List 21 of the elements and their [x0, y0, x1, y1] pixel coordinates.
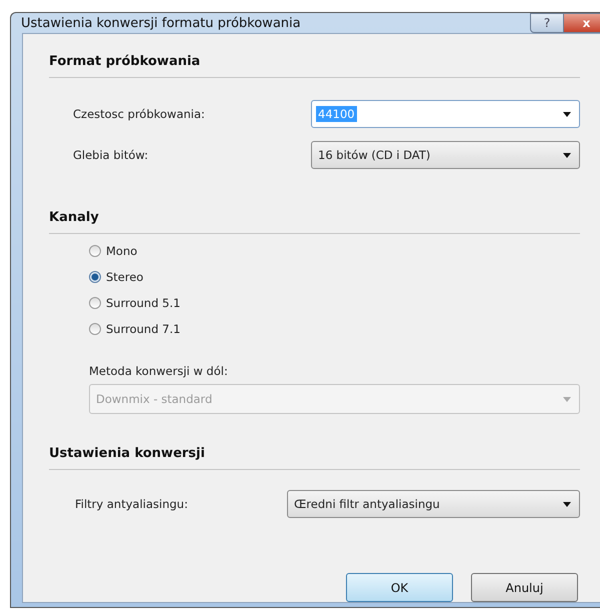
caret-icon	[563, 396, 571, 402]
section-heading: Ustawienia konwersji	[49, 446, 580, 470]
window-title: Ustawienia konwersji formatu próbkowania	[21, 16, 301, 30]
field-label: Filtry antyaliasingu:	[75, 497, 189, 511]
field-label: Czestosc próbkowania:	[73, 107, 206, 121]
section-heading: Kanaly	[49, 210, 580, 234]
help-button[interactable]: ?	[530, 13, 564, 33]
caret-icon	[563, 152, 571, 158]
ok-button[interactable]: OK	[346, 573, 453, 602]
radio-option[interactable]: Surround 7.1	[89, 322, 580, 336]
caret-icon	[563, 502, 571, 506]
field-label: Metoda konwersji w dól:	[89, 364, 229, 378]
caret-icon	[563, 112, 571, 116]
combo-box[interactable]: Œredni filtr antyaliasingu	[287, 490, 580, 518]
combo-box[interactable]: 16 bitów (CD i DAT)	[311, 141, 580, 169]
radio-option[interactable]: Surround 5.1	[89, 296, 580, 310]
radio-option[interactable]: Mono	[89, 244, 580, 258]
radio-option[interactable]: Stereo	[89, 270, 580, 284]
section-heading: Format próbkowania	[49, 54, 580, 78]
cancel-button[interactable]: Anuluj	[471, 573, 578, 602]
field-label: Glebia bitów:	[73, 148, 150, 162]
